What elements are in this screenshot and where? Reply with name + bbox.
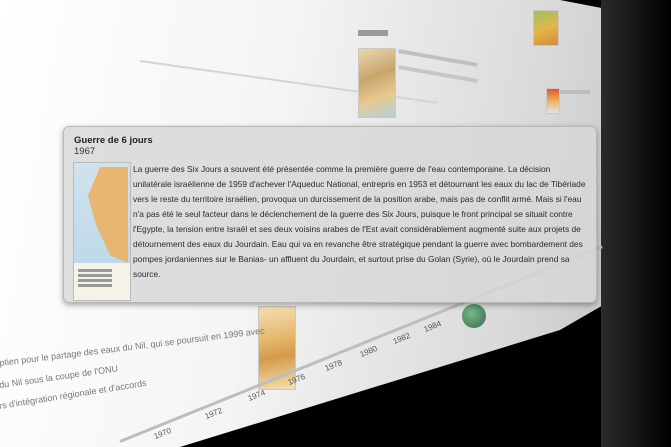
event-caption xyxy=(358,30,388,36)
event-thumbnail[interactable] xyxy=(462,304,486,328)
event-map-image[interactable] xyxy=(73,162,131,301)
event-year: 1967 xyxy=(74,146,96,157)
event-thumbnail[interactable] xyxy=(546,88,560,114)
dark-edge xyxy=(601,0,671,447)
event-title: Guerre de 6 jours xyxy=(74,135,153,146)
event-caption xyxy=(560,90,590,94)
map-legend xyxy=(78,267,126,297)
event-thumbnail[interactable] xyxy=(358,48,396,118)
event-thumbnail[interactable] xyxy=(533,10,559,46)
event-popover[interactable]: Guerre de 6 jours 1967 La guerre des Six… xyxy=(63,126,597,303)
event-description: La guerre des Six Jours a souvent été pr… xyxy=(133,164,586,279)
